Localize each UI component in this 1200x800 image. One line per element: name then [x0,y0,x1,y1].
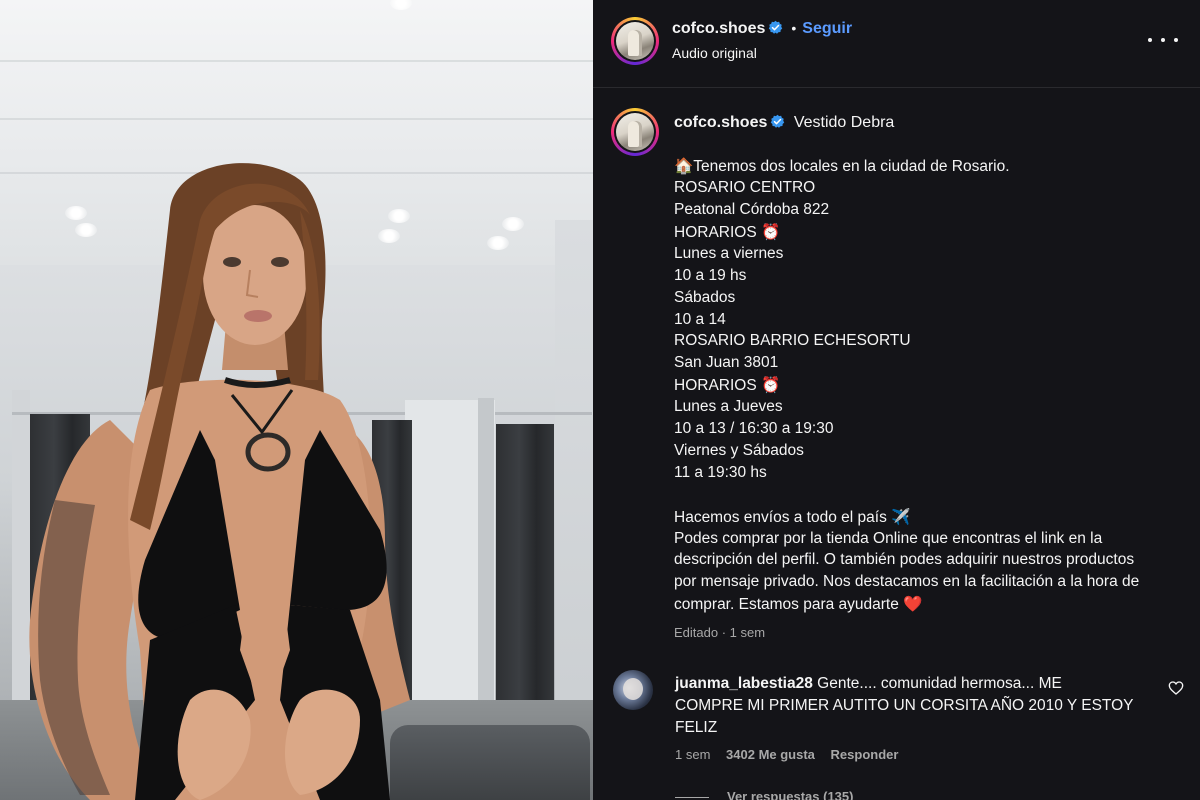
account-avatar[interactable] [611,17,659,65]
caption-line: ROSARIO BARRIO ECHESORTU [674,332,911,349]
caption-line: descripción del perfil. O también podes … [674,551,1135,568]
caption-line: 11 a 19:30 hs [674,464,767,481]
caption-line: por mensaje privado. Nos destacamos en l… [674,573,1140,590]
caption-username[interactable]: cofco.shoes [674,114,767,131]
comment-actions: 1 sem 3402 Me gusta Responder [675,747,898,762]
verified-badge-icon [771,114,785,128]
commenter-avatar[interactable] [613,670,653,710]
header-username[interactable]: cofco.shoes [672,20,765,37]
caption-line: San Juan 3801 [674,354,779,371]
header-account-row: cofco.shoes • Seguir [672,20,852,38]
comment-username[interactable]: juanma_labestia28 [675,675,813,692]
caption-line: Lunes a Jueves [674,398,783,415]
caption-line: ROSARIO CENTRO [674,179,816,196]
reel-video[interactable] [0,0,593,800]
caption-line: Lunes a viernes [674,245,784,262]
audio-link[interactable]: Audio original [672,45,757,61]
caption-avatar[interactable] [611,108,659,156]
view-replies-button[interactable]: Ver respuestas (135) [727,789,853,800]
comment-likes[interactable]: 3402 Me gusta [726,747,815,762]
caption-line: 🏠Tenemos dos locales en la ciudad de Ros… [674,158,1010,175]
caption-line: Sábados [674,289,736,306]
caption-line: Viernes y Sábados [674,442,804,459]
post-header: cofco.shoes • Seguir Audio original [593,0,1200,88]
replies-divider [675,797,709,798]
more-options-icon[interactable] [1148,30,1178,50]
caption-line: HORARIOS ⏰ [674,224,781,241]
caption-line: 10 a 13 / 16:30 a 19:30 [674,420,834,437]
follow-button[interactable]: Seguir [802,20,852,37]
reply-button[interactable]: Responder [831,747,899,762]
caption-line: 10 a 14 [674,311,726,328]
caption-line: HORARIOS ⏰ [674,377,781,394]
caption-meta: Editado · 1 sem [674,625,766,640]
post-side-panel: cofco.shoes • Seguir Audio original cofco.… [593,0,1200,800]
comment: juanma_labestia28 Gente.... comunidad he… [675,673,1155,739]
comment-text: FELIZ [675,719,718,736]
caption-line: comprar. Estamos para ayudarte ❤️ [674,596,923,613]
caption-header: cofco.shoes Vestido Debra [674,114,894,132]
comment-text: COMPRE MI PRIMER AUTITO UN CORSITA AÑO 2… [675,697,1134,714]
separator-dot: • [791,20,797,36]
comment-text: Gente.... comunidad hermosa... ME [817,675,1062,692]
verified-badge-icon [769,20,783,34]
caption-line: Hacemos envíos a todo el país ✈️ [674,509,911,526]
caption-line: Peatonal Córdoba 822 [674,201,830,218]
heart-icon[interactable] [1168,680,1184,696]
comment-time: 1 sem [675,747,711,762]
caption-title: Vestido Debra [793,114,895,131]
caption-line: 10 a 19 hs [674,267,747,284]
model-figure [29,163,410,800]
caption-line: Podes comprar por la tienda Online que e… [674,530,1103,547]
